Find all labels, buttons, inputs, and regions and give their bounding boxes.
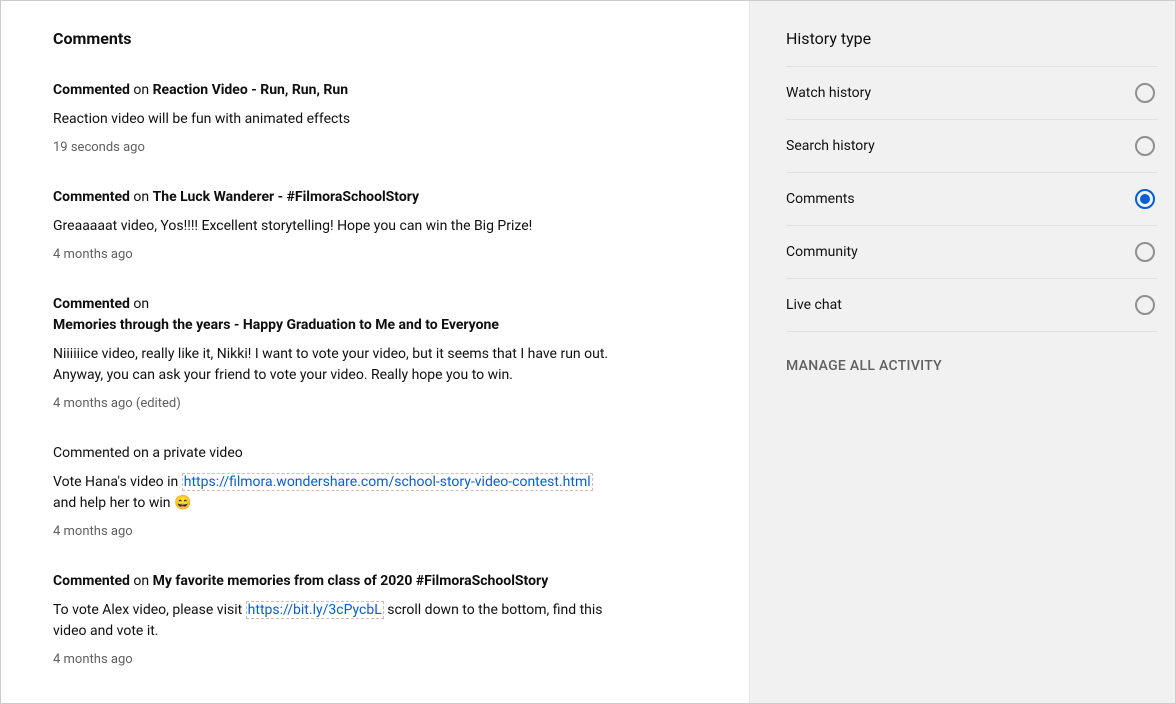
comment-header: Commented on a private video: [53, 443, 613, 464]
comment-body: To vote Alex video, please visit https:/…: [53, 600, 613, 642]
comment-timestamp: 4 months ago (edited): [53, 396, 613, 411]
comment-video-title[interactable]: Reaction Video - Run, Run, Run: [153, 82, 348, 98]
comment-item: Commented on Memories through the years -…: [53, 294, 613, 411]
comment-item: Commented on My favorite memories from c…: [53, 571, 613, 667]
sidebar-title: History type: [786, 29, 1157, 48]
radio-icon[interactable]: [1135, 242, 1155, 262]
history-option-community[interactable]: Community: [786, 225, 1157, 278]
page-title: Comments: [53, 29, 697, 48]
commented-label: Commented: [53, 82, 130, 98]
comment-timestamp: 4 months ago: [53, 247, 613, 262]
comment-timestamp: 19 seconds ago: [53, 140, 613, 155]
commented-label: Commented: [53, 296, 130, 312]
history-option-watch-history[interactable]: Watch history: [786, 66, 1157, 119]
commented-label: Commented: [53, 189, 130, 205]
history-option-label: Community: [786, 244, 858, 260]
comment-text: and help her to win 😄: [53, 495, 191, 511]
history-options: Watch history Search history Comments Commu…: [786, 66, 1157, 332]
comment-text: Niiiiiice video, really like it, Nikki! …: [53, 346, 608, 383]
comments-main: Comments Commented on Reaction Video - R…: [1, 1, 749, 703]
comment-header: Commented on Reaction Video - Run, Run, …: [53, 80, 613, 101]
comment-text: Reaction video will be fun with animated…: [53, 111, 350, 127]
comment-header: Commented on Memories through the years -…: [53, 294, 613, 336]
comment-text: Vote Hana's video in: [53, 474, 182, 490]
manage-all-activity-link[interactable]: MANAGE ALL ACTIVITY: [786, 358, 1157, 374]
comment-text: Greaaaaat video, Yos!!!! Excellent story…: [53, 218, 532, 234]
comment-timestamp: 4 months ago: [53, 524, 613, 539]
on-label: on: [130, 573, 153, 589]
comment-text: To vote Alex video, please visit: [53, 602, 246, 618]
commented-label: Commented: [53, 573, 130, 589]
on-label: on: [130, 296, 149, 312]
radio-icon[interactable]: [1135, 83, 1155, 103]
comment-timestamp: 4 months ago: [53, 652, 613, 667]
comment-item: Commented on Reaction Video - Run, Run, …: [53, 80, 613, 155]
radio-icon[interactable]: [1135, 189, 1155, 209]
radio-icon[interactable]: [1135, 295, 1155, 315]
history-option-label: Watch history: [786, 85, 871, 101]
on-label: on: [130, 189, 153, 205]
comment-body: Reaction video will be fun with animated…: [53, 109, 613, 130]
history-option-live-chat[interactable]: Live chat: [786, 278, 1157, 332]
comments-list: Commented on Reaction Video - Run, Run, …: [53, 80, 697, 667]
history-option-label: Comments: [786, 191, 855, 207]
comment-video-title[interactable]: Memories through the years - Happy Gradu…: [53, 317, 499, 333]
comment-header: Commented on The Luck Wanderer - #Filmor…: [53, 187, 613, 208]
history-option-label: Live chat: [786, 297, 842, 313]
history-option-label: Search history: [786, 138, 875, 154]
comment-link[interactable]: https://bit.ly/3cPycbL: [246, 601, 384, 619]
comment-body: Vote Hana's video in https://filmora.won…: [53, 472, 613, 514]
comment-header: Commented on My favorite memories from c…: [53, 571, 613, 592]
comment-body: Niiiiiice video, really like it, Nikki! …: [53, 344, 613, 386]
history-option-search-history[interactable]: Search history: [786, 119, 1157, 172]
on-label: on: [130, 82, 153, 98]
history-option-comments[interactable]: Comments: [786, 172, 1157, 225]
radio-icon[interactable]: [1135, 136, 1155, 156]
comment-video-title[interactable]: My favorite memories from class of 2020 …: [153, 573, 549, 589]
comment-body: Greaaaaat video, Yos!!!! Excellent story…: [53, 216, 613, 237]
commented-on-private: Commented on a private video: [53, 445, 243, 461]
comment-video-title[interactable]: The Luck Wanderer - #FilmoraSchoolStory: [153, 189, 419, 205]
comment-link[interactable]: https://filmora.wondershare.com/school-s…: [182, 473, 593, 491]
history-sidebar: History type Watch history Search history…: [749, 1, 1175, 703]
comment-item: Commented on The Luck Wanderer - #Filmor…: [53, 187, 613, 262]
comment-item: Commented on a private video Vote Hana's …: [53, 443, 613, 539]
